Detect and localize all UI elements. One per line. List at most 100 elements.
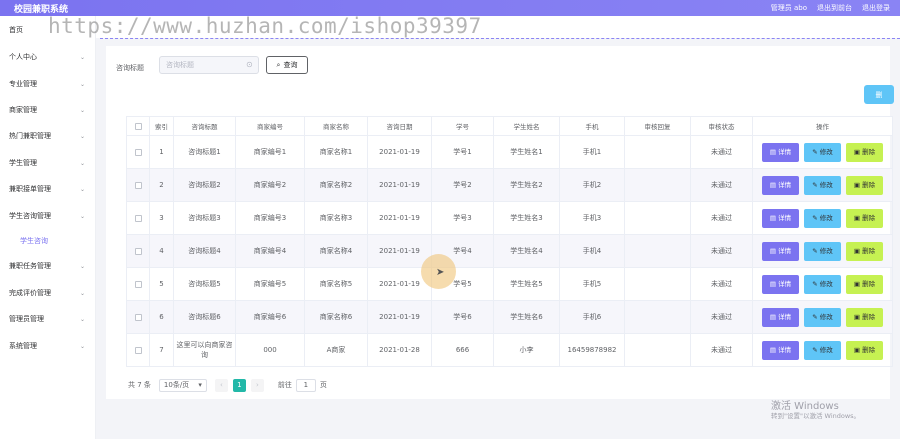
delete-button[interactable]: ▣ 删除 <box>846 208 883 228</box>
next-page-button[interactable]: › <box>250 378 264 392</box>
table-cell: 小李 <box>493 333 560 367</box>
table-cell: 商家名称2 <box>304 168 368 202</box>
trash-icon: ▣ <box>853 280 861 288</box>
page-size-select[interactable]: 10条/页 ▾ <box>158 378 207 392</box>
chevron-down-icon: ⌄ <box>79 342 85 350</box>
select-all-checkbox[interactable] <box>126 116 150 136</box>
sidebar-item[interactable]: 系统管理 ⌄ <box>0 336 96 356</box>
chevron-down-icon: ⌄ <box>79 132 85 140</box>
pencil-icon: ✎ <box>812 181 818 189</box>
sidebar-item-label: 个人中心 <box>9 53 37 61</box>
row-checkbox[interactable] <box>126 201 150 235</box>
table-cell: 16459878982 <box>559 333 625 367</box>
sidebar-item[interactable]: 管理员管理 ⌄ <box>0 309 96 329</box>
row-checkbox[interactable] <box>126 300 150 334</box>
table-row: 4 咨询标题4 商家编号4 商家名称4 2021-01-19 学号4 学生姓名4 手机4 未通过… <box>126 234 893 268</box>
table-cell: 咨询标题5 <box>173 267 236 301</box>
table-cell: 商家名称5 <box>304 267 368 301</box>
edit-button[interactable]: ✎ 修改 <box>804 340 841 360</box>
action-buttons: ▤ 详情 ✎ 修改 ▣ 删除 <box>753 142 892 162</box>
table-cell <box>624 201 691 235</box>
chevron-down-icon: ⌄ <box>79 159 85 167</box>
clear-icon[interactable]: ⊙ <box>246 60 253 69</box>
edit-button-label: 修改 <box>819 280 833 288</box>
column-header: 商家编号 <box>235 116 305 136</box>
sidebar-item-label: 学生管理 <box>9 159 37 167</box>
row-checkbox[interactable] <box>126 234 150 268</box>
delete-button-label: 删除 <box>862 148 876 156</box>
detail-button[interactable]: ▤ 详情 <box>762 307 799 327</box>
column-header: 操作 <box>752 116 893 136</box>
table-cell: 未通过 <box>690 333 753 367</box>
row-checkbox[interactable] <box>126 135 150 169</box>
edit-button-label: 修改 <box>819 148 833 156</box>
edit-button[interactable]: ✎ 修改 <box>804 208 841 228</box>
edit-button[interactable]: ✎ 修改 <box>804 274 841 294</box>
pencil-icon: ✎ <box>812 313 818 321</box>
action-buttons: ▤ 详情 ✎ 修改 ▣ 删除 <box>753 274 892 294</box>
sidebar-item[interactable]: 个人中心 ⌄ <box>0 47 96 67</box>
delete-button[interactable]: ▣ 删除 <box>846 274 883 294</box>
table-cell: 商家编号5 <box>235 267 305 301</box>
row-checkbox[interactable] <box>126 267 150 301</box>
sidebar-item[interactable]: 商家管理 ⌄ <box>0 100 96 120</box>
row-actions: ▤ 详情 ✎ 修改 ▣ 删除 <box>752 300 893 334</box>
detail-button[interactable]: ▤ 详情 <box>762 208 799 228</box>
table-cell <box>624 168 691 202</box>
detail-button[interactable]: ▤ 详情 <box>762 241 799 261</box>
batch-delete-button[interactable]: 删 <box>864 85 894 104</box>
sidebar-item[interactable]: 完成评价管理 ⌄ <box>0 283 96 303</box>
edit-button[interactable]: ✎ 修改 <box>804 142 841 162</box>
header-actions: 管理员 abo 退出到前台 退出登录 <box>771 3 890 13</box>
prev-page-button[interactable]: ‹ <box>214 378 228 392</box>
content-card: 咨询标题 ⊙ ⌕ 查询 删 索引咨询标题商家编号商家名称咨询日期学号学生姓名手机… <box>106 46 894 399</box>
sidebar-item[interactable]: 学生管理 ⌄ <box>0 153 96 173</box>
sidebar-subitem[interactable]: 学生咨询 <box>0 231 96 251</box>
goto-label: 前往 <box>277 381 292 389</box>
edit-button-label: 修改 <box>819 181 833 189</box>
table-cell <box>624 333 691 367</box>
detail-button[interactable]: ▤ 详情 <box>762 340 799 360</box>
chevron-down-icon: ⌄ <box>79 80 85 88</box>
delete-button-label: 删除 <box>862 313 876 321</box>
chevron-down-icon: ⌄ <box>79 53 85 61</box>
goto-page-input[interactable]: 1 <box>295 378 316 392</box>
sidebar-item[interactable]: 专业管理 ⌄ <box>0 74 96 94</box>
row-actions: ▤ 详情 ✎ 修改 ▣ 删除 <box>752 267 893 301</box>
row-actions: ▤ 详情 ✎ 修改 ▣ 删除 <box>752 168 893 202</box>
delete-button-label: 删除 <box>862 214 876 222</box>
search-input[interactable] <box>159 56 259 74</box>
delete-button[interactable]: ▣ 删除 <box>846 142 883 162</box>
document-icon: ▤ <box>769 280 777 288</box>
table-cell: 手机3 <box>559 201 625 235</box>
table-cell: 咨询标题3 <box>173 201 236 235</box>
logout-link[interactable]: 退出登录 <box>862 3 890 13</box>
detail-button[interactable]: ▤ 详情 <box>762 175 799 195</box>
sidebar-item[interactable]: 兼职接单管理 ⌄ <box>0 179 96 199</box>
back-to-frontend-link[interactable]: 退出到前台 <box>817 3 852 13</box>
query-button[interactable]: ⌕ 查询 <box>266 56 308 74</box>
delete-button[interactable]: ▣ 删除 <box>846 307 883 327</box>
detail-button-label: 详情 <box>778 313 792 321</box>
row-checkbox[interactable] <box>126 333 150 367</box>
edit-button[interactable]: ✎ 修改 <box>804 175 841 195</box>
delete-button[interactable]: ▣ 删除 <box>846 340 883 360</box>
edit-button[interactable]: ✎ 修改 <box>804 307 841 327</box>
sidebar-item[interactable]: 热门兼职管理 ⌄ <box>0 126 96 146</box>
chevron-down-icon: ▾ <box>198 381 202 389</box>
delete-button[interactable]: ▣ 删除 <box>846 175 883 195</box>
delete-button[interactable]: ▣ 删除 <box>846 241 883 261</box>
page-number-current[interactable]: 1 <box>232 378 246 392</box>
detail-button[interactable]: ▤ 详情 <box>762 274 799 294</box>
table-cell: 未通过 <box>690 168 753 202</box>
row-checkbox[interactable] <box>126 168 150 202</box>
chevron-left-icon: ‹ <box>220 381 223 389</box>
sidebar-item[interactable]: 兼职任务管理 ⌄ <box>0 256 96 276</box>
table-cell: 学生姓名2 <box>493 168 560 202</box>
pager-total: 共 7 条 <box>128 381 151 389</box>
checkbox-icon <box>134 122 142 130</box>
sidebar-item[interactable]: 学生咨询管理 ⌄ <box>0 206 96 226</box>
detail-button[interactable]: ▤ 详情 <box>762 142 799 162</box>
edit-button[interactable]: ✎ 修改 <box>804 241 841 261</box>
delete-button-label: 删除 <box>862 280 876 288</box>
